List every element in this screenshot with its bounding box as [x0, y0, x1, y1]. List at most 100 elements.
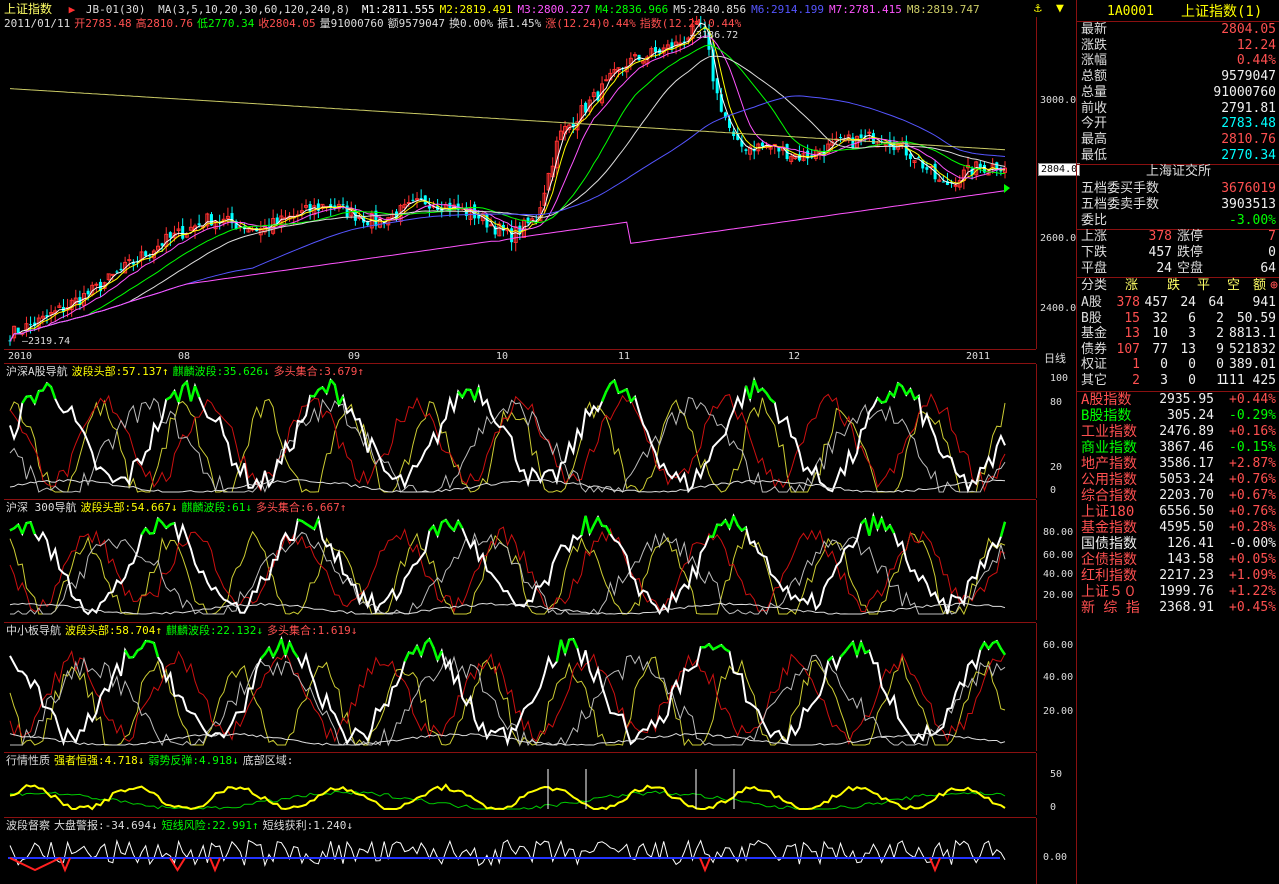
scroll-down-icon[interactable]: ▼ [1056, 1, 1064, 16]
green-segment [601, 524, 607, 528]
class-header-cell: 平 [1197, 278, 1211, 293]
class-cell: 15 [1124, 310, 1140, 326]
green-segment [720, 644, 727, 651]
breadth-label: 涨停 [1177, 229, 1204, 244]
indicator-chart[interactable] [0, 364, 1036, 498]
x-tick: 11 [618, 351, 631, 362]
index-row[interactable]: 企债指数 143.58 +0.05% [1077, 552, 1279, 568]
class-cell: 32 [1152, 310, 1168, 326]
green-segment [403, 651, 410, 663]
index-name: 企债指数 [1081, 552, 1137, 568]
breadth-row: 平盘 24 空盘 64 [1077, 261, 1279, 277]
index-row[interactable]: 公用指数 5053.24 +0.76% [1077, 472, 1279, 488]
index-row[interactable]: 商业指数 3867.46 -0.15% [1077, 440, 1279, 456]
green-segment [728, 515, 735, 529]
green-segment [313, 518, 320, 530]
candle-body [86, 290, 90, 295]
candlestick-chart[interactable]: —3186.72 —2319.74 [0, 0, 1036, 350]
class-cell: 1 [1132, 357, 1140, 372]
index-row[interactable]: 综合指数 2203.70 +0.67% [1077, 488, 1279, 504]
green-segment [132, 649, 139, 658]
green-segment [136, 647, 143, 652]
green-segment [580, 515, 587, 536]
green-segment [124, 649, 131, 659]
index-row[interactable]: 上证５０ 1999.76 +1.22% [1077, 584, 1279, 600]
indicator-chart[interactable] [0, 818, 1036, 884]
class-row: 权证 1 0 0 0 389.01 [1077, 357, 1279, 373]
class-row: A股 378 457 24 64 941 [1077, 295, 1279, 311]
green-segment [193, 385, 201, 398]
class-cell: 0 [1188, 372, 1196, 388]
candle-body [345, 205, 349, 218]
green-segment [855, 641, 863, 656]
class-cell: 77 [1152, 341, 1168, 357]
index-row[interactable]: 工业指数 2476.89 +0.16% [1077, 424, 1279, 440]
green-segment [999, 647, 1007, 656]
green-segment [839, 651, 846, 658]
y-tick: 80.00 [1043, 527, 1074, 538]
class-row: 基金 13 10 3 2 8813.1 [1077, 326, 1279, 342]
green-segment [769, 398, 776, 404]
green-segment [165, 396, 171, 401]
green-segment [144, 527, 151, 535]
index-name: 新 综 指 [1081, 600, 1140, 616]
green-segment [864, 649, 870, 655]
main-y-axis [1036, 17, 1077, 349]
red-spike [169, 857, 186, 872]
quote-value: 12.24 [1236, 37, 1276, 53]
green-segment [999, 521, 1007, 538]
y-tick: 0.00 [1043, 852, 1068, 863]
yellow-line [9, 655, 1006, 747]
expand-icon[interactable]: ⊕ [1270, 278, 1278, 294]
indicator-chart[interactable] [0, 753, 1036, 815]
class-cell: 13 [1180, 341, 1196, 357]
class-cell: 50.59 [1236, 310, 1276, 326]
green-segment [149, 640, 155, 645]
candle-body [357, 216, 362, 219]
indicator-chart[interactable] [0, 500, 1036, 620]
index-name: 红利指数 [1081, 568, 1137, 584]
candle-body [604, 79, 609, 82]
green-segment [444, 519, 451, 528]
breadth-label: 上涨 [1081, 229, 1108, 244]
class-cell: 2 [1216, 326, 1224, 341]
index-row[interactable]: 基金指数 4595.50 +0.28% [1077, 520, 1279, 536]
class-header-cell: 跌 [1167, 278, 1181, 293]
index-row[interactable]: 上证180 6556.50 +0.76% [1077, 504, 1279, 520]
index-row[interactable]: A股指数 2935.95 +0.44% [1077, 392, 1279, 408]
y-tick: 2400.0 [1040, 303, 1077, 314]
candle-body [94, 283, 99, 286]
green-segment [21, 522, 28, 535]
panel-y-axis [1036, 364, 1077, 498]
order-row: 五档委买手数 3676019 [1077, 181, 1279, 197]
index-name: 工业指数 [1081, 424, 1137, 440]
chart-area[interactable]: 上证指数 ▶ JB-01(30) MA(3,5,10,20,30,60,120,… [0, 0, 1081, 884]
quote-title: 1A0001 上证指数(1) [1077, 3, 1279, 21]
red-spike [699, 857, 711, 873]
green-segment [563, 639, 571, 654]
breadth-value: 0 [1268, 245, 1276, 260]
index-row[interactable]: 地产指数 3586.17 +2.87% [1077, 456, 1279, 472]
index-row[interactable]: 红利指数 2217.23 +1.09% [1077, 568, 1279, 584]
order-value: 3903513 [1221, 197, 1276, 212]
index-row[interactable]: 国债指数 126.41 -0.00% [1077, 536, 1279, 552]
green-segment [913, 394, 920, 401]
candle-body [744, 149, 748, 151]
green-segment [987, 642, 994, 650]
order-row: 委比 -3.00% [1077, 213, 1279, 229]
class-cell: 3 [1160, 372, 1168, 388]
stock-name: 上证指数(1) [1181, 4, 1263, 20]
class-header: 分类 涨 跌 平 空额 ⊕ [1077, 278, 1279, 294]
index-change: -0.00% [1229, 536, 1276, 551]
order-label: 委比 [1081, 213, 1108, 228]
green-segment [909, 388, 916, 400]
indicator-chart[interactable] [0, 623, 1036, 751]
class-name: 权证 [1081, 357, 1108, 372]
breadth-value: 24 [1156, 261, 1172, 276]
green-segment [21, 395, 28, 404]
class-cell: 13 [1124, 326, 1140, 341]
class-header-cell: 额 [1253, 278, 1267, 293]
index-row[interactable]: 新 综 指 2368.91 +0.45% [1077, 600, 1279, 616]
green-segment [618, 390, 624, 395]
index-row[interactable]: B股指数 305.24 -0.29% [1077, 408, 1279, 424]
